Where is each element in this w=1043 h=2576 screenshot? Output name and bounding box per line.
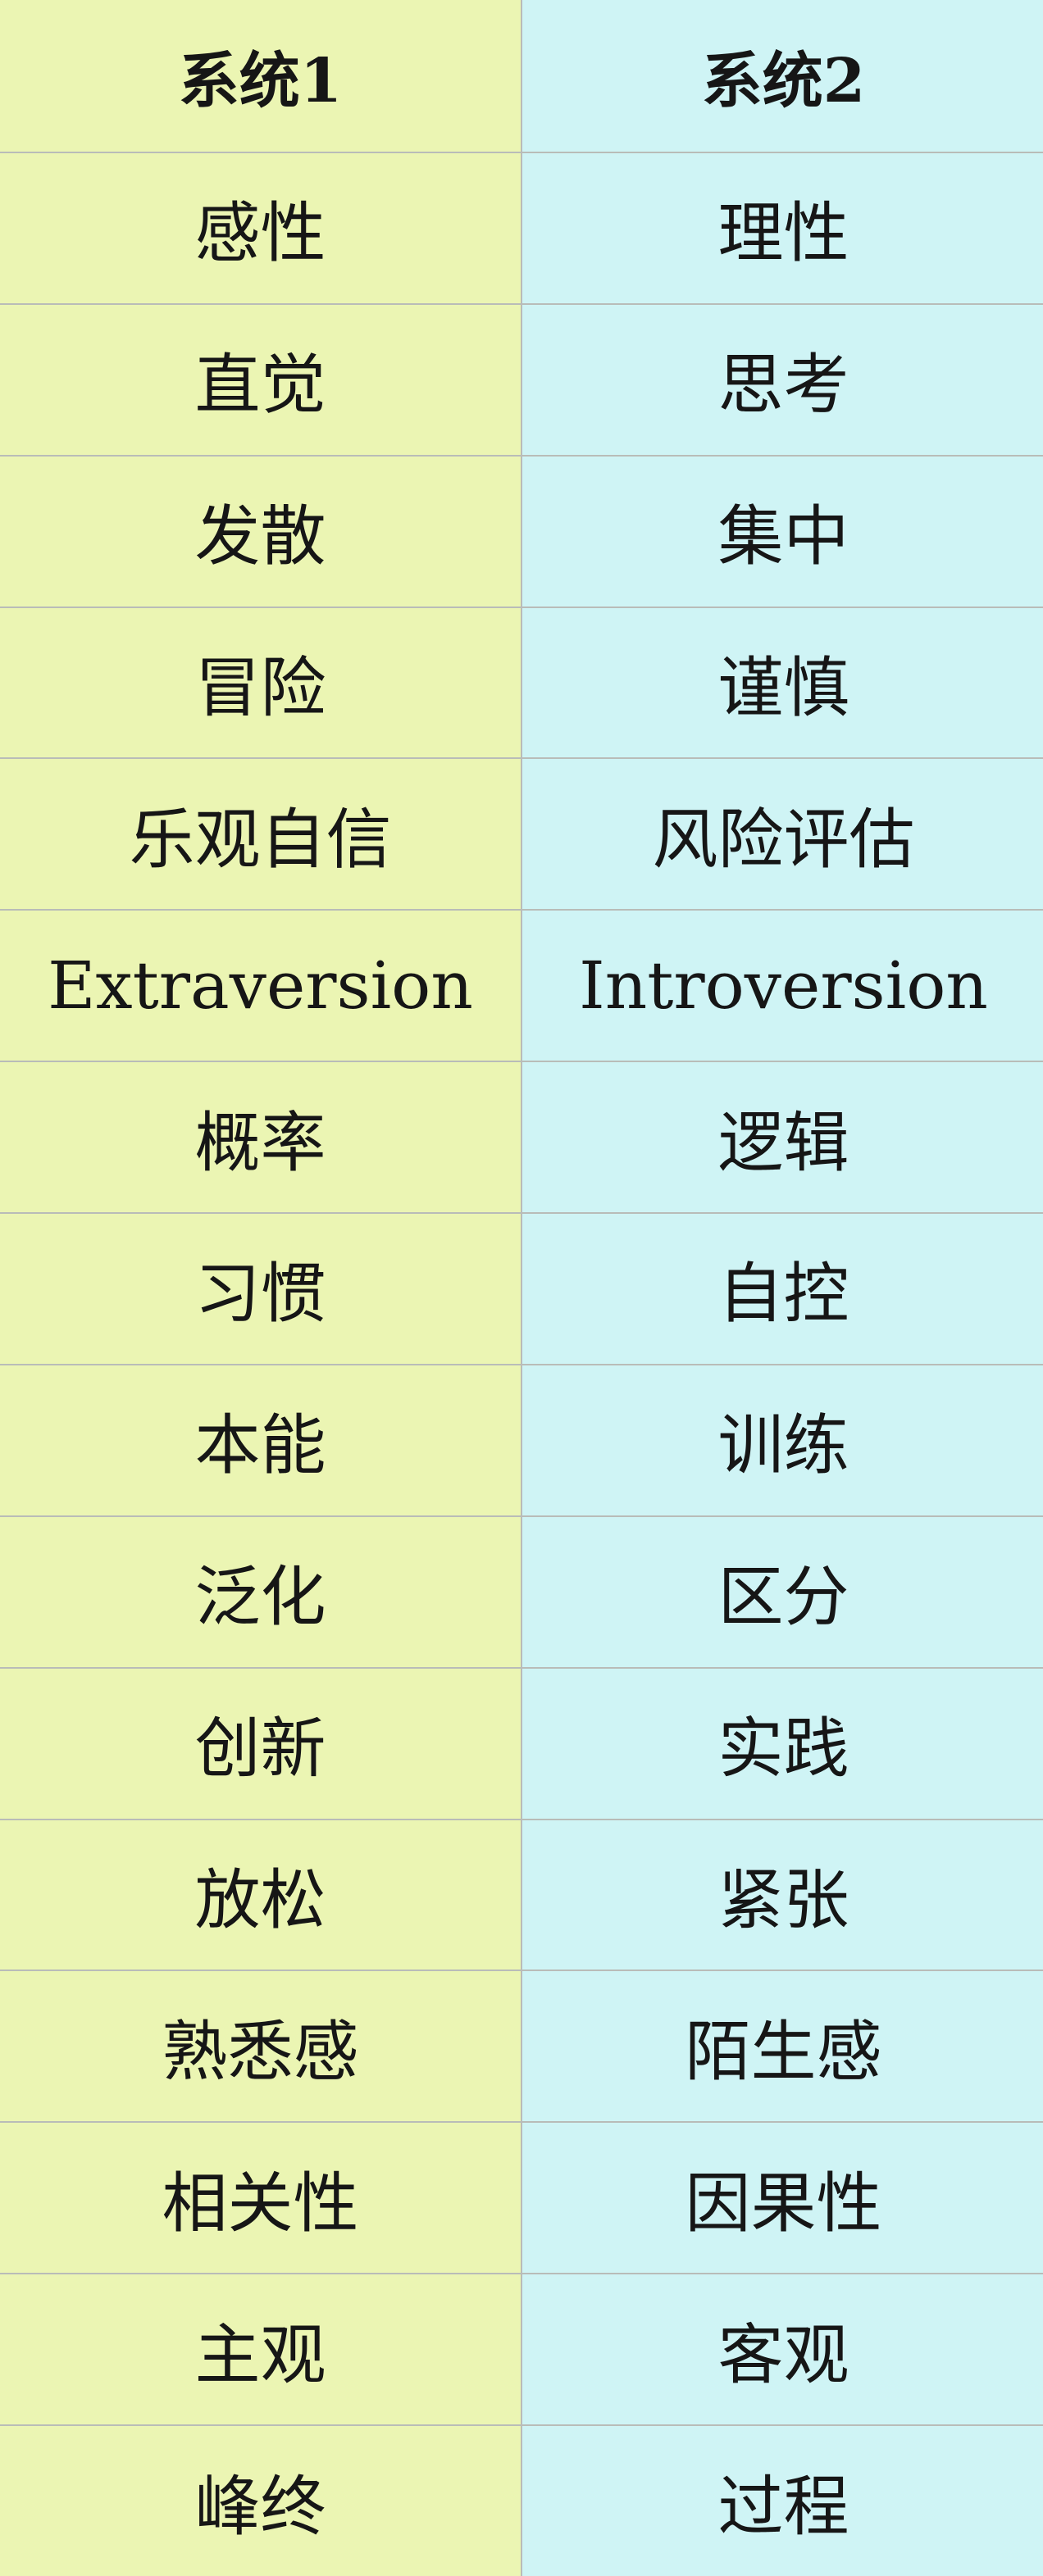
system2-cell: 谨慎 bbox=[521, 606, 1043, 760]
system1-cell: 感性 bbox=[0, 151, 522, 305]
system1-header: 系统1 bbox=[0, 0, 522, 153]
table-row: Extraversion Introversion bbox=[0, 909, 1043, 1063]
system2-cell: 自控 bbox=[521, 1212, 1043, 1365]
table-row: 乐观自信 风险评估 bbox=[0, 757, 1043, 911]
system2-cell: 训练 bbox=[521, 1363, 1043, 1517]
system1-cell: 习惯 bbox=[0, 1212, 522, 1365]
table-row: 泛化 区分 bbox=[0, 1515, 1043, 1669]
system1-cell: 主观 bbox=[0, 2273, 522, 2426]
system2-cell: 紧张 bbox=[521, 1818, 1043, 1972]
table-body: 系统1 系统2 感性 理性 直觉 思考 发散 集中 冒险 谨慎 乐观自信 风险评… bbox=[0, 0, 1043, 2576]
table-row: 习惯 自控 bbox=[0, 1212, 1043, 1365]
system2-cell: 集中 bbox=[521, 454, 1043, 608]
table-row: 本能 训练 bbox=[0, 1363, 1043, 1517]
table-row: 峰终 过程 bbox=[0, 2424, 1043, 2576]
system1-cell: 熟悉感 bbox=[0, 1969, 522, 2124]
system1-cell: 泛化 bbox=[0, 1515, 522, 1669]
system1-cell: 直觉 bbox=[0, 302, 522, 457]
table-row: 感性 理性 bbox=[0, 151, 1043, 305]
table-row: 主观 客观 bbox=[0, 2273, 1043, 2426]
system1-cell: 本能 bbox=[0, 1363, 522, 1517]
system1-cell: 发散 bbox=[0, 454, 522, 608]
table-row: 直觉 思考 bbox=[0, 302, 1043, 457]
system2-cell: 区分 bbox=[521, 1515, 1043, 1669]
system2-header: 系统2 bbox=[521, 0, 1043, 153]
system2-cell: Introversion bbox=[521, 909, 1043, 1063]
system1-cell: 相关性 bbox=[0, 2121, 522, 2275]
system2-cell: 理性 bbox=[521, 151, 1043, 305]
system1-cell: 放松 bbox=[0, 1818, 522, 1972]
system1-cell: Extraversion bbox=[0, 909, 522, 1063]
table-row: 概率 逻辑 bbox=[0, 1061, 1043, 1214]
table-row: 放松 紧张 bbox=[0, 1818, 1043, 1972]
system2-cell: 逻辑 bbox=[521, 1061, 1043, 1214]
system2-cell: 实践 bbox=[521, 1666, 1043, 1820]
comparison-table: 系统1 系统2 感性 理性 直觉 思考 发散 集中 冒险 谨慎 乐观自信 风险评… bbox=[0, 0, 1043, 2576]
system1-cell: 乐观自信 bbox=[0, 757, 522, 911]
system2-cell: 风险评估 bbox=[521, 757, 1043, 911]
system2-cell: 过程 bbox=[521, 2424, 1043, 2576]
system1-cell: 峰终 bbox=[0, 2424, 522, 2576]
system2-cell: 客观 bbox=[521, 2273, 1043, 2426]
system1-cell: 概率 bbox=[0, 1061, 522, 1214]
table-row: 冒险 谨慎 bbox=[0, 606, 1043, 760]
system2-cell: 思考 bbox=[521, 302, 1043, 457]
system1-cell: 冒险 bbox=[0, 606, 522, 760]
system2-cell: 因果性 bbox=[521, 2121, 1043, 2275]
table-row: 发散 集中 bbox=[0, 454, 1043, 608]
system1-cell: 创新 bbox=[0, 1666, 522, 1820]
table-row: 相关性 因果性 bbox=[0, 2121, 1043, 2275]
system2-cell: 陌生感 bbox=[521, 1969, 1043, 2124]
header-row: 系统1 系统2 bbox=[0, 0, 1043, 153]
table-row: 熟悉感 陌生感 bbox=[0, 1969, 1043, 2124]
table-row: 创新 实践 bbox=[0, 1666, 1043, 1820]
